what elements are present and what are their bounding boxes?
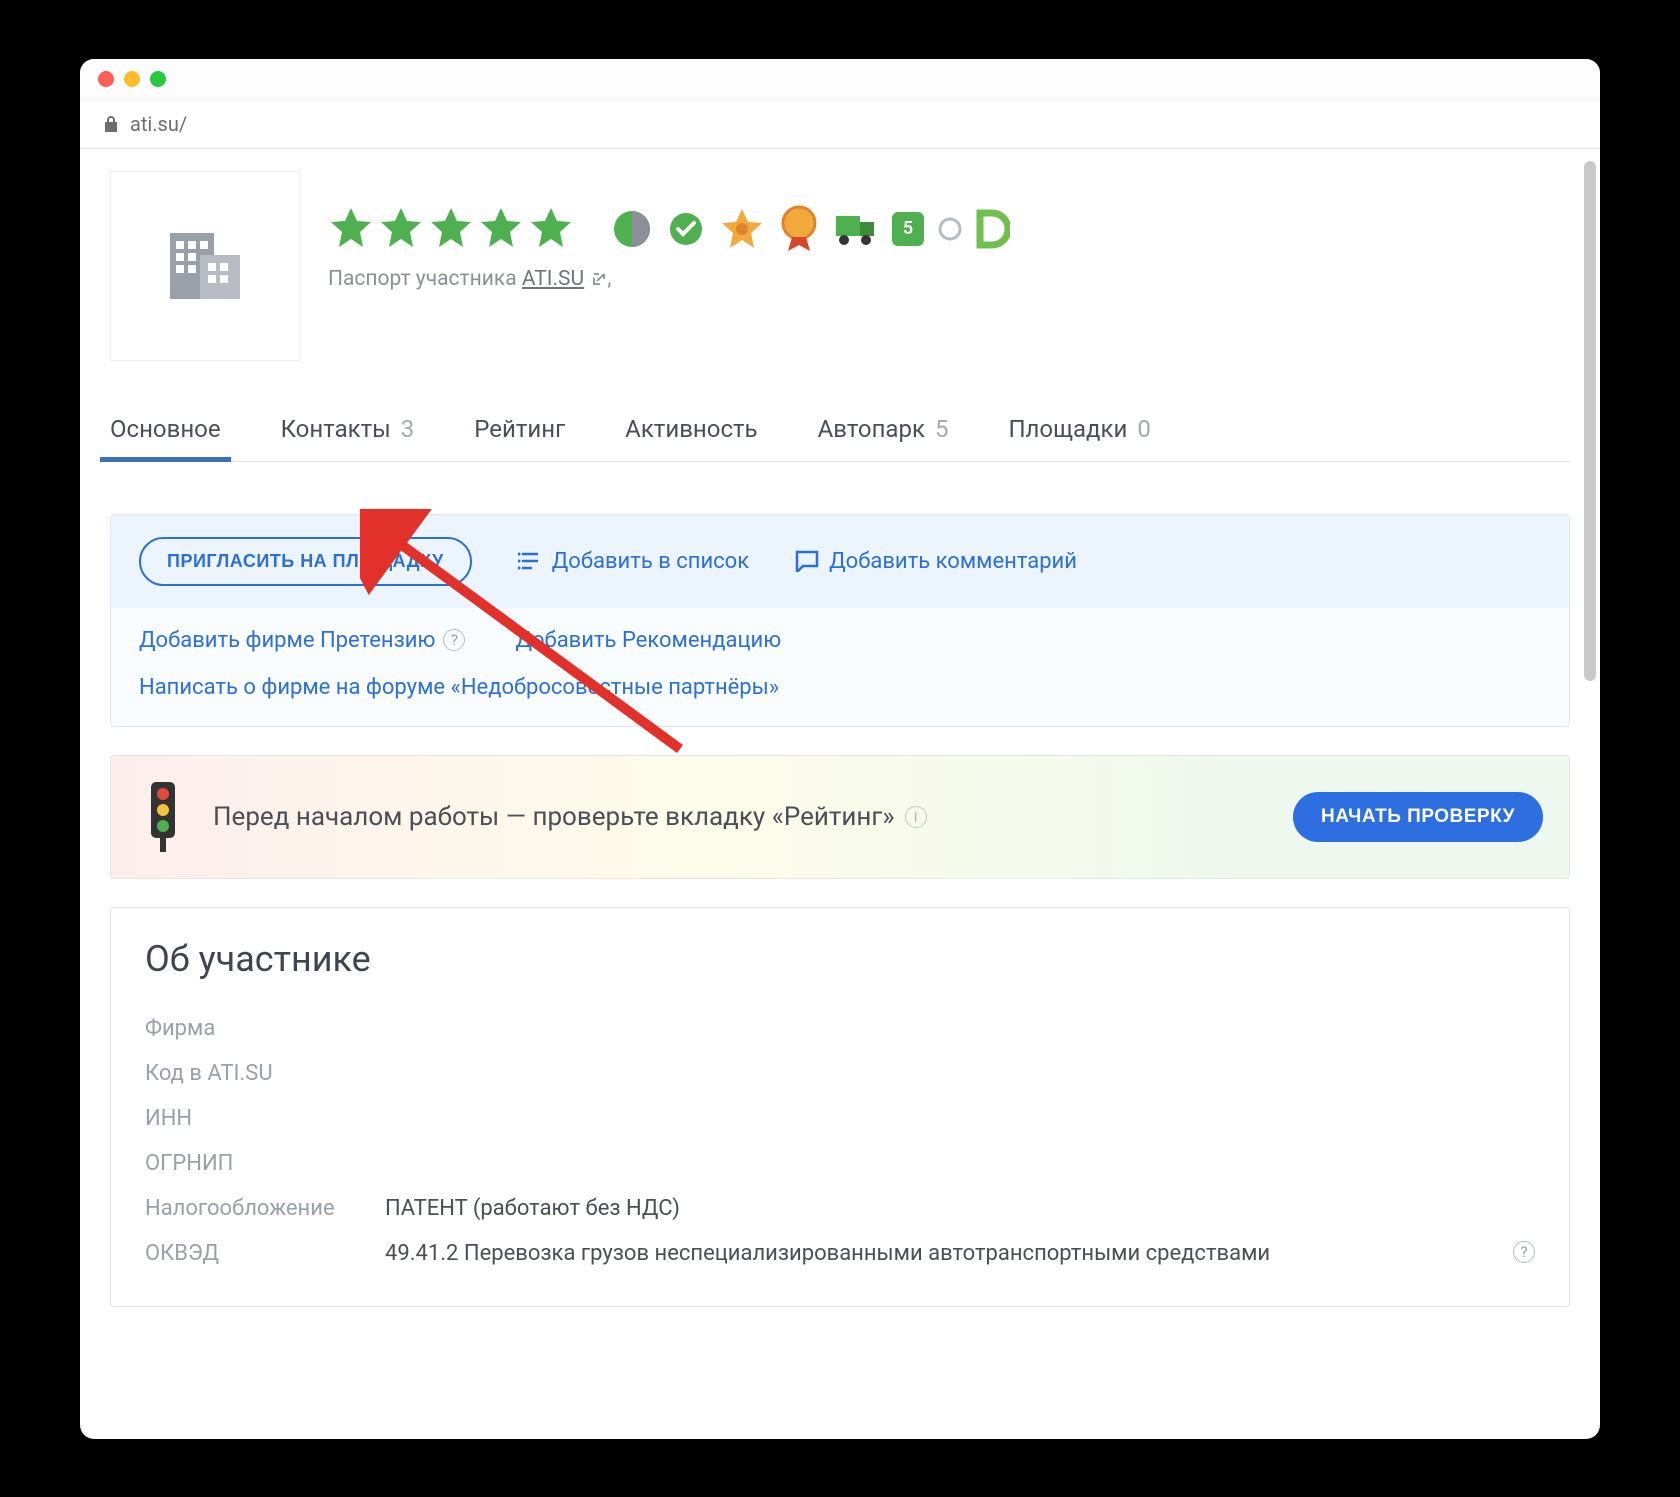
actions-bottom: Добавить фирме Претензию ? Добавить Реко… xyxy=(111,608,1569,726)
tab-label: Активность xyxy=(625,415,757,443)
passport-line: Паспорт участника ATI.SU , xyxy=(328,267,1010,291)
rating-and-badges-row: 5 xyxy=(328,205,1010,253)
add-comment-link[interactable]: Добавить комментарий xyxy=(795,549,1077,574)
tab-count: 0 xyxy=(1137,415,1151,443)
banner-text: Перед началом работы — проверьте вкладку… xyxy=(213,802,927,832)
about-field-row: НалогообложениеПАТЕНТ (работают без НДС) xyxy=(145,1186,1535,1231)
tab-count: 5 xyxy=(935,415,949,443)
invite-button[interactable]: ПРИГЛАСИТЬ НА ПЛОЩАДКУ xyxy=(139,537,472,586)
address-bar-url: ati.su/ xyxy=(130,112,187,136)
tab-контакты[interactable]: Контакты 3 xyxy=(281,403,415,461)
about-field-row: Код в ATI.SU xyxy=(145,1051,1535,1096)
list-add-icon xyxy=(518,551,542,571)
window-close-button[interactable] xyxy=(98,71,114,87)
truck-count-value: 5 xyxy=(903,218,913,239)
d-badge-icon xyxy=(976,209,1010,249)
browser-window: ati.su/ xyxy=(80,59,1600,1439)
field-label: Налогообложение xyxy=(145,1196,385,1221)
tab-label: Автопарк xyxy=(818,415,925,443)
field-value: ПАТЕНТ (работают без НДС) xyxy=(385,1196,1535,1221)
tab-площадки[interactable]: Площадки 0 xyxy=(1008,403,1150,461)
tab-активность[interactable]: Активность xyxy=(625,403,757,461)
add-claim-link[interactable]: Добавить фирме Претензию ? xyxy=(139,628,465,653)
start-check-button[interactable]: НАЧАТЬ ПРОВЕРКУ xyxy=(1293,792,1543,842)
info-icon[interactable]: i xyxy=(905,806,927,828)
field-label: ОГРНИП xyxy=(145,1151,385,1176)
status-circle-icon xyxy=(612,209,652,249)
passport-prefix: Паспорт участника xyxy=(328,267,522,291)
tab-рейтинг[interactable]: Рейтинг xyxy=(474,403,565,461)
tab-label: Рейтинг xyxy=(474,415,565,443)
profile-tabs: Основное Контакты 3 Рейтинг Активность Автопа… xyxy=(110,403,1570,462)
scrollbar-thumb[interactable] xyxy=(1584,161,1596,681)
help-icon[interactable]: ? xyxy=(1513,1241,1535,1263)
passport-suffix: , xyxy=(607,267,611,291)
window-minimize-button[interactable] xyxy=(124,71,140,87)
page-content: 5 Паспорт участника ATI.SU , Основное Кон… xyxy=(80,149,1600,1439)
about-field-row: ОКВЭД49.41.2 Перевозка грузов неспециали… xyxy=(145,1231,1535,1276)
window-zoom-button[interactable] xyxy=(150,71,166,87)
badge-row: 5 xyxy=(612,205,1010,253)
tab-label: Основное xyxy=(110,415,221,443)
field-label: Фирма xyxy=(145,1016,385,1041)
tab-label: Контакты xyxy=(281,415,391,443)
passport-link[interactable]: ATI.SU xyxy=(522,267,584,291)
gold-star-icon xyxy=(720,207,764,251)
field-label: ОКВЭД xyxy=(145,1241,385,1266)
medal-icon xyxy=(778,205,820,253)
verified-check-icon xyxy=(666,209,706,249)
truck-icon xyxy=(834,210,878,248)
about-title: Об участнике xyxy=(145,938,1535,980)
profile-header: 5 Паспорт участника ATI.SU , xyxy=(110,171,1570,361)
tab-label: Площадки xyxy=(1008,415,1127,443)
field-value: 49.41.2 Перевозка грузов неспециализиров… xyxy=(385,1241,1535,1266)
tab-автопарк[interactable]: Автопарк 5 xyxy=(818,403,949,461)
about-section: Об участнике Фирма Код в ATI.SU ИНН ОГРНИП Н… xyxy=(110,907,1570,1307)
window-titlebar xyxy=(80,59,1600,101)
add-to-list-link[interactable]: Добавить в список xyxy=(518,549,749,574)
forum-write-link[interactable]: Написать о фирме на форуме «Недобросовес… xyxy=(139,675,1541,700)
company-logo-placeholder xyxy=(110,171,300,361)
about-field-row: ИНН xyxy=(145,1096,1535,1141)
add-recommendation-link[interactable]: Добавить Рекомендацию xyxy=(515,628,781,653)
comment-icon xyxy=(795,550,819,572)
address-bar[interactable]: ati.su/ xyxy=(80,101,1600,149)
rating-stars xyxy=(328,206,578,252)
grey-glyph-icon xyxy=(938,211,962,247)
building-icon xyxy=(160,221,250,311)
tab-основное[interactable]: Основное xyxy=(110,403,221,461)
traffic-light-icon xyxy=(141,782,185,852)
actions-top-row: ПРИГЛАСИТЬ НА ПЛОЩАДКУ Добавить в список… xyxy=(111,515,1569,608)
about-field-row: Фирма xyxy=(145,1006,1535,1051)
lock-icon xyxy=(102,115,120,133)
rating-check-banner: Перед началом работы — проверьте вкладку… xyxy=(110,755,1570,879)
about-field-row: ОГРНИП xyxy=(145,1141,1535,1186)
help-icon[interactable]: ? xyxy=(443,629,465,651)
profile-header-right: 5 Паспорт участника ATI.SU , xyxy=(328,171,1010,291)
field-label: Код в ATI.SU xyxy=(145,1061,385,1086)
truck-count-badge: 5 xyxy=(892,212,924,246)
tab-count: 3 xyxy=(401,415,415,443)
field-label: ИНН xyxy=(145,1106,385,1131)
external-link-icon xyxy=(591,271,607,287)
actions-panel: ПРИГЛАСИТЬ НА ПЛОЩАДКУ Добавить в список… xyxy=(110,514,1570,727)
